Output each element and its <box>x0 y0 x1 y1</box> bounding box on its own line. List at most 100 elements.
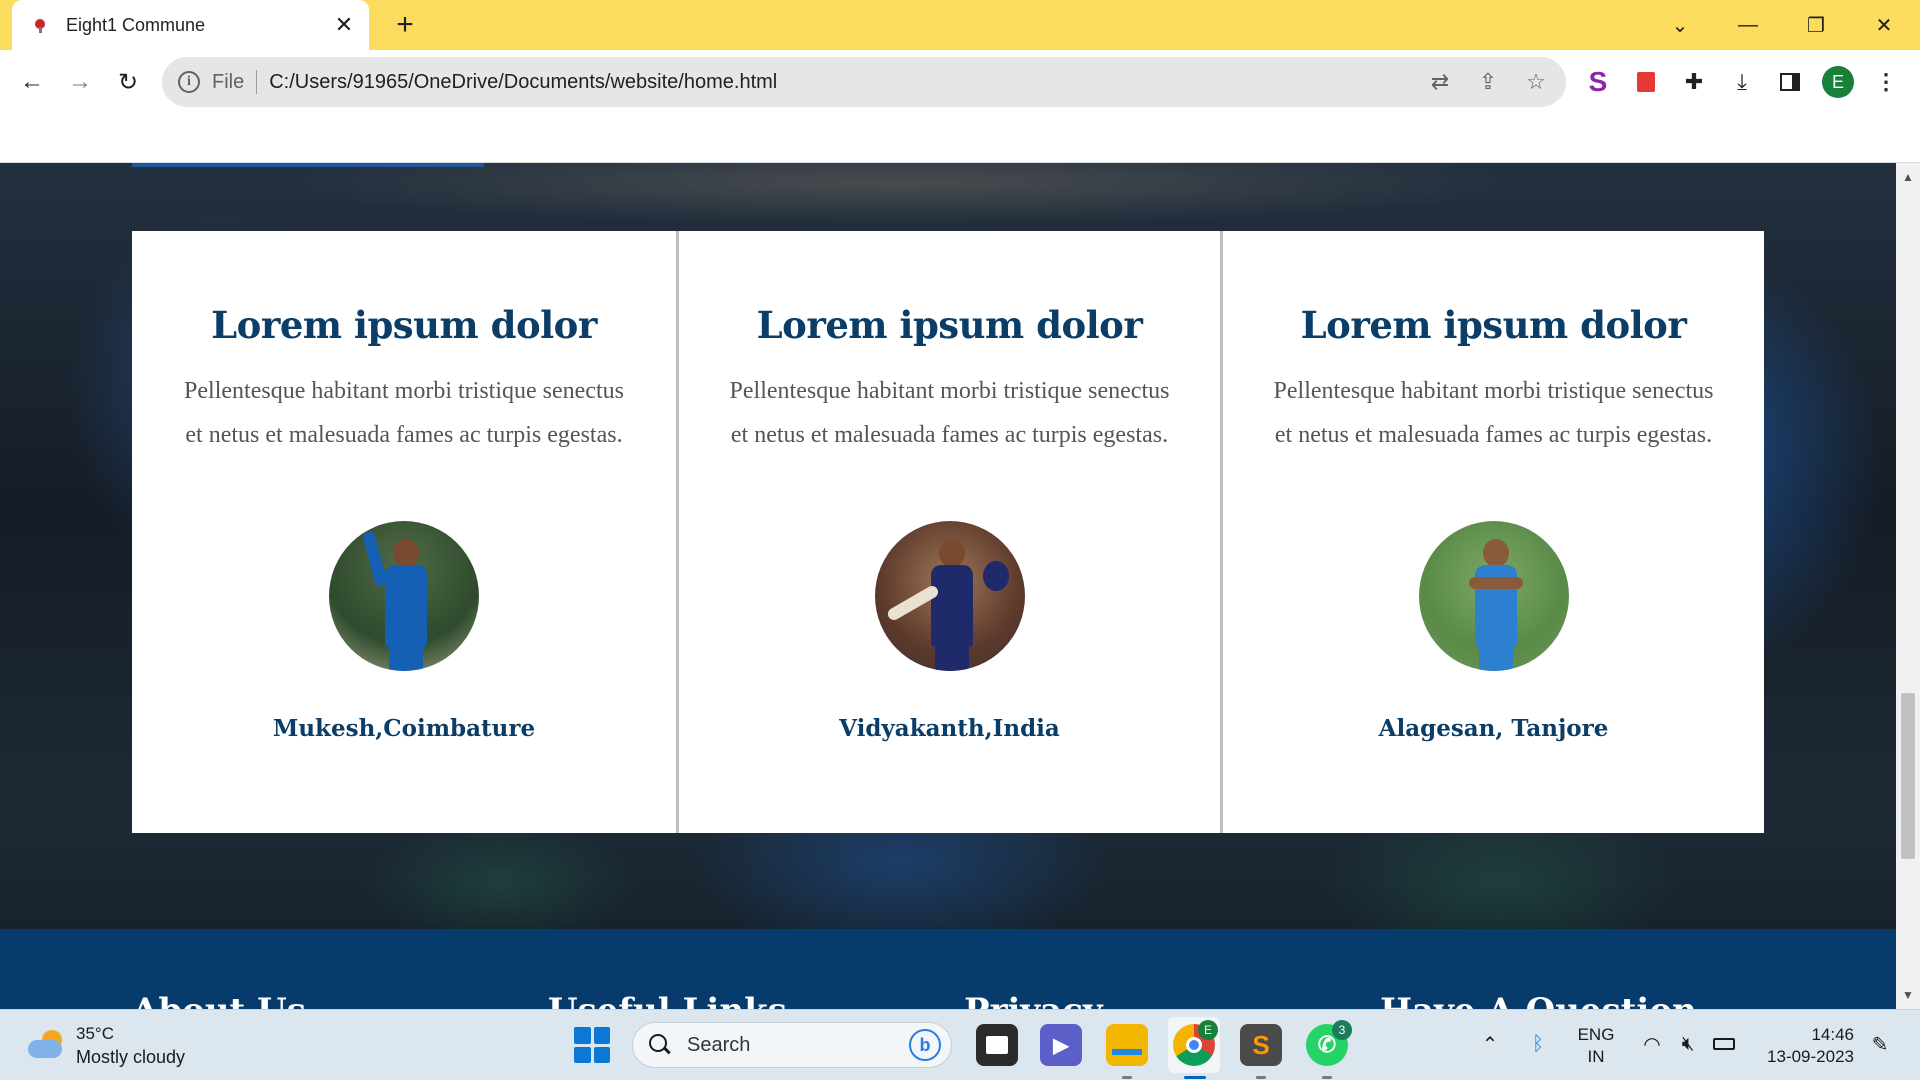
tab-strip: Eight1 Commune ✕ + ⌄ — ❐ ✕ <box>0 0 1920 50</box>
address-separator <box>256 70 258 94</box>
testimonial-name: Alagesan, Tanjore <box>1378 715 1609 742</box>
tab-search-chevron-icon[interactable]: ⌄ <box>1660 8 1700 42</box>
avatar-figure-head <box>1482 539 1509 567</box>
footer-heading-about: About Us <box>132 991 306 1009</box>
avatar-figure-legs <box>934 641 969 671</box>
whatsapp-notification-badge: 3 <box>1332 1020 1352 1040</box>
clock-time: 14:46 <box>1811 1025 1854 1044</box>
input-language[interactable]: ENG IN <box>1576 1024 1616 1068</box>
battery-icon[interactable] <box>1710 1030 1738 1058</box>
avatar-figure-head <box>393 539 419 567</box>
side-panel-icon[interactable] <box>1772 64 1808 100</box>
avatar-figure-head <box>938 539 965 567</box>
extension-s-icon[interactable]: S <box>1580 64 1616 100</box>
testimonial-card: Lorem ipsum dolor Pellentesque habitant … <box>1220 231 1764 833</box>
back-arrow-icon[interactable]: ← <box>14 64 50 100</box>
card-title: Lorem ipsum dolor <box>211 303 597 347</box>
system-clock[interactable]: 14:46 13-09-2023 <box>1750 1024 1854 1068</box>
new-tab-button[interactable]: + <box>390 10 420 40</box>
close-window-button[interactable]: ✕ <box>1864 8 1904 42</box>
chrome-active-indicator <box>1184 1076 1206 1079</box>
sublime-text-icon[interactable]: S <box>1240 1024 1282 1066</box>
translate-icon[interactable]: ⇄ <box>1422 64 1458 100</box>
card-text: Pellentesque habitant morbi tristique se… <box>1273 378 1714 448</box>
avatar-figure-arm <box>361 530 389 588</box>
reload-icon[interactable]: ↻ <box>110 64 146 100</box>
card-text: Pellentesque habitant morbi tristique se… <box>729 378 1170 448</box>
file-explorer-running-indicator <box>1122 1076 1132 1079</box>
site-footer: About Us Useful Links Privacy Have A Que… <box>0 929 1896 1009</box>
testimonial-avatar <box>329 521 479 671</box>
weather-cloud-shape <box>28 1040 62 1058</box>
avatar-figure-arms <box>1468 577 1523 589</box>
minimize-button[interactable]: — <box>1728 8 1768 42</box>
region-code: IN <box>1587 1047 1605 1066</box>
start-button[interactable] <box>574 1027 610 1063</box>
weather-cloud-icon[interactable] <box>26 1030 66 1058</box>
page-scrollbar[interactable]: ▲ ▼ <box>1896 163 1920 1009</box>
chrome-profile-badge: E <box>1198 1020 1218 1040</box>
bookmark-star-icon[interactable]: ☆ <box>1518 64 1554 100</box>
footer-heading-question: Have A Question <box>1380 991 1697 1009</box>
testimonial-cards: Lorem ipsum dolor Pellentesque habitant … <box>132 231 1764 833</box>
close-tab-icon[interactable]: ✕ <box>331 12 357 38</box>
scroll-up-arrow-icon[interactable]: ▲ <box>1896 167 1920 187</box>
browser-tab[interactable]: Eight1 Commune ✕ <box>12 0 369 50</box>
show-hidden-icons-chevron-icon[interactable]: ⌃ <box>1476 1030 1504 1058</box>
testimonial-card: Lorem ipsum dolor Pellentesque habitant … <box>676 231 1220 833</box>
testimonial-avatar <box>874 521 1025 671</box>
extensions-puzzle-icon[interactable]: ✚ <box>1676 64 1712 100</box>
download-icon[interactable]: ⤓ <box>1724 64 1760 100</box>
start-tile <box>574 1027 591 1044</box>
whatsapp-running-indicator <box>1322 1076 1332 1079</box>
url-text[interactable]: C:/Users/91965/OneDrive/Documents/websit… <box>269 71 1422 94</box>
notifications-icon[interactable]: ✎ <box>1866 1030 1894 1058</box>
footer-heading-privacy: Privacy <box>964 991 1103 1009</box>
teams-chat-icon[interactable]: ▶ <box>1040 1024 1082 1066</box>
file-explorer-icon[interactable] <box>1106 1024 1148 1066</box>
accent-bar <box>132 163 484 167</box>
avatar-figure-helmet <box>982 561 1009 591</box>
start-tile <box>574 1046 591 1063</box>
language-code: ENG <box>1577 1025 1615 1044</box>
clock-date: 13-09-2023 <box>1767 1047 1854 1066</box>
browser-menu-icon[interactable]: ⋮ <box>1868 64 1904 100</box>
windows-taskbar: 35°C Mostly cloudy Search b ▶ E S ✆ 3 ⌃ … <box>0 1009 1920 1080</box>
browser-toolbar: ← → ↻ i File C:/Users/91965/OneDrive/Doc… <box>0 50 1920 114</box>
start-tile <box>593 1027 610 1044</box>
address-bar[interactable]: i File C:/Users/91965/OneDrive/Documents… <box>162 57 1566 107</box>
testimonial-card: Lorem ipsum dolor Pellentesque habitant … <box>132 231 676 833</box>
avatar-figure-legs <box>1478 641 1513 671</box>
testimonial-avatar <box>1418 521 1569 671</box>
weather-description[interactable]: Mostly cloudy <box>76 1047 185 1068</box>
taskbar-search[interactable]: Search b <box>632 1022 952 1068</box>
testimonial-name: Mukesh,Coimbature <box>272 715 536 742</box>
bing-chat-icon[interactable]: b <box>909 1029 941 1061</box>
avatar-figure-legs <box>389 641 423 671</box>
start-tile <box>593 1046 610 1063</box>
search-icon <box>649 1034 671 1056</box>
scroll-down-arrow-icon[interactable]: ▼ <box>1896 985 1920 1005</box>
volume-muted-icon[interactable]: 🔇︎ <box>1674 1030 1702 1058</box>
scheme-label: File <box>212 70 245 93</box>
avatar-figure-body <box>385 565 427 647</box>
share-icon[interactable]: ⇪ <box>1470 64 1506 100</box>
card-title: Lorem ipsum dolor <box>1300 303 1687 347</box>
testimonial-name: Vidyakanth,India <box>839 715 1060 742</box>
scrollbar-thumb[interactable] <box>1901 693 1915 859</box>
site-info-icon[interactable]: i <box>178 71 200 93</box>
task-view-icon[interactable] <box>976 1024 1018 1066</box>
search-placeholder: Search <box>687 1033 751 1056</box>
wifi-icon[interactable]: ◠ <box>1638 1030 1666 1058</box>
sublime-running-indicator <box>1256 1076 1266 1079</box>
footer-heading-links: Useful Links <box>548 991 787 1009</box>
tab-title: Eight1 Commune <box>66 14 206 35</box>
card-title: Lorem ipsum dolor <box>756 303 1143 347</box>
forward-arrow-icon[interactable]: → <box>62 64 98 100</box>
weather-temperature[interactable]: 35°C <box>76 1024 114 1044</box>
profile-avatar[interactable]: E <box>1822 66 1854 98</box>
bluetooth-icon[interactable]: ᛒ <box>1524 1030 1552 1058</box>
avatar-figure-body <box>930 565 973 647</box>
extension-red-icon[interactable] <box>1628 64 1664 100</box>
restore-button[interactable]: ❐ <box>1796 8 1836 42</box>
